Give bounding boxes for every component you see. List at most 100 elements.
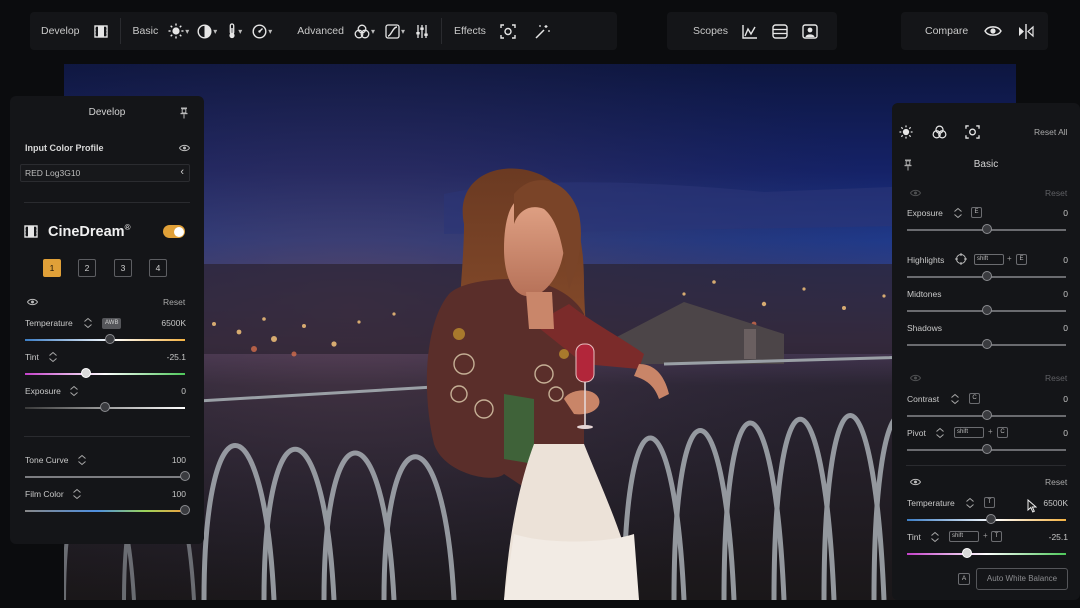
tint-value: -25.1 (1048, 532, 1068, 542)
toggle-knob (173, 226, 184, 237)
toolbar-compare: Compare (901, 12, 1048, 50)
midtones-label: Midtones (907, 289, 942, 299)
preset-button-4[interactable]: 4 (149, 259, 167, 277)
sun-icon[interactable] (168, 23, 184, 39)
midtones-value: 0 (1063, 289, 1068, 299)
split-compare-icon[interactable] (1018, 23, 1034, 39)
tint-track[interactable] (25, 373, 185, 375)
contrast-slider-handle[interactable] (982, 410, 992, 420)
tint-shortcut-key: T (991, 531, 1002, 542)
eye-icon[interactable] (27, 298, 38, 306)
chevron-left-icon[interactable]: ‹ (180, 166, 184, 178)
cinedream-toggle[interactable] (163, 225, 185, 238)
tab-advanced[interactable]: Advanced (297, 25, 344, 37)
panel-divider (24, 436, 190, 437)
cursor-arrow-icon (1027, 498, 1038, 518)
color-wheels-icon[interactable] (354, 24, 370, 39)
target-icon[interactable] (955, 253, 967, 265)
tab-effects[interactable]: Effects (454, 25, 486, 37)
tab-basic[interactable]: Basic (133, 25, 159, 37)
reset-button[interactable]: Reset (1045, 477, 1067, 487)
stepper-icon[interactable] (965, 496, 975, 514)
input-profile-select[interactable]: RED Log3G10 ‹ (20, 164, 190, 182)
tab-develop[interactable]: Develop (41, 25, 80, 37)
stepper-icon[interactable] (77, 453, 87, 471)
tone-curve-value: 100 (171, 455, 186, 465)
midtones-slider-handle[interactable] (982, 305, 992, 315)
eye-icon[interactable] (910, 189, 921, 197)
stepper-icon[interactable] (48, 350, 58, 368)
exposure-slider-handle[interactable] (100, 402, 110, 412)
auto-white-balance-button[interactable]: Auto White Balance (976, 568, 1068, 590)
temperature-label: Temperature (25, 318, 73, 328)
magic-wand-icon[interactable] (534, 24, 550, 39)
shadows-label: Shadows (907, 323, 942, 333)
focus-frame-icon[interactable] (965, 125, 980, 139)
input-profile-label: Input Color Profile (25, 143, 104, 153)
sun-icon[interactable] (899, 125, 913, 139)
gauge-icon[interactable] (252, 23, 267, 39)
tab-compare[interactable]: Compare (925, 25, 968, 37)
preset-button-1[interactable]: 1 (43, 259, 61, 277)
eye-icon[interactable] (910, 374, 921, 382)
film-color-slider-handle[interactable] (180, 505, 190, 515)
temperature-slider-handle[interactable] (986, 514, 997, 524)
pivot-shortcut-key: C (997, 427, 1008, 438)
film-strip-icon[interactable] (93, 24, 108, 38)
stepper-icon[interactable] (950, 392, 960, 410)
tone-curve-track[interactable] (25, 476, 185, 478)
tint-slider-handle[interactable] (80, 368, 91, 378)
chevron-down-icon[interactable]: ▾ (371, 27, 375, 36)
eye-icon[interactable] (984, 25, 1002, 37)
highlights-slider-handle[interactable] (982, 271, 992, 281)
waveform-icon[interactable] (742, 24, 758, 39)
toolbar-scopes: Scopes (667, 12, 837, 50)
temperature-slider-handle[interactable] (104, 334, 115, 344)
chevron-down-icon[interactable]: ▾ (213, 27, 217, 36)
chevron-down-icon[interactable]: ▾ (268, 27, 272, 36)
photo-canvas[interactable] (64, 64, 1016, 600)
stepper-icon[interactable] (953, 206, 963, 224)
tab-scopes[interactable]: Scopes (693, 25, 728, 37)
preset-button-3[interactable]: 3 (114, 259, 132, 277)
stepper-icon[interactable] (69, 384, 79, 402)
panel-title: Basic (973, 159, 999, 170)
sliders-icon[interactable] (415, 24, 429, 39)
tint-slider-handle[interactable] (962, 548, 973, 558)
portrait-icon[interactable] (802, 23, 818, 39)
preset-button-2[interactable]: 2 (78, 259, 96, 277)
reset-button[interactable]: Reset (163, 297, 185, 307)
pivot-slider-handle[interactable] (982, 444, 992, 454)
tint-track[interactable] (907, 553, 1066, 555)
plus-sign: + (983, 531, 988, 540)
eye-icon[interactable] (910, 478, 921, 486)
stepper-icon[interactable] (935, 426, 945, 444)
contrast-icon[interactable] (197, 23, 212, 39)
pin-icon[interactable] (180, 107, 188, 119)
pivot-label: Pivot (907, 428, 926, 438)
focus-frame-icon[interactable] (500, 23, 516, 39)
layout-panel-icon[interactable] (772, 23, 788, 39)
chevron-down-icon[interactable]: ▾ (401, 27, 405, 36)
color-wheels-icon[interactable] (932, 125, 947, 139)
chevron-down-icon[interactable]: ▾ (238, 27, 242, 36)
curve-icon[interactable] (385, 23, 400, 39)
highlights-label: Highlights (907, 255, 945, 265)
shadows-slider-handle[interactable] (982, 339, 992, 349)
exposure-slider-handle[interactable] (982, 224, 992, 234)
tone-curve-slider-handle[interactable] (180, 471, 190, 481)
stepper-icon[interactable] (930, 530, 940, 548)
reset-button[interactable]: Reset (1045, 373, 1067, 383)
awb-badge[interactable]: AWB (102, 318, 122, 329)
tint-value: -25.1 (166, 352, 186, 362)
reset-all-button[interactable]: Reset All (1034, 127, 1068, 137)
film-strip-icon (24, 225, 38, 238)
stepper-icon[interactable] (72, 487, 82, 505)
reset-button[interactable]: Reset (1045, 188, 1067, 198)
eye-icon[interactable] (179, 144, 190, 152)
chevron-down-icon[interactable]: ▾ (185, 27, 189, 36)
stepper-icon[interactable] (83, 316, 93, 334)
highlights-value: 0 (1063, 255, 1068, 265)
thermometer-icon[interactable] (227, 23, 237, 39)
film-color-track[interactable] (25, 510, 185, 512)
